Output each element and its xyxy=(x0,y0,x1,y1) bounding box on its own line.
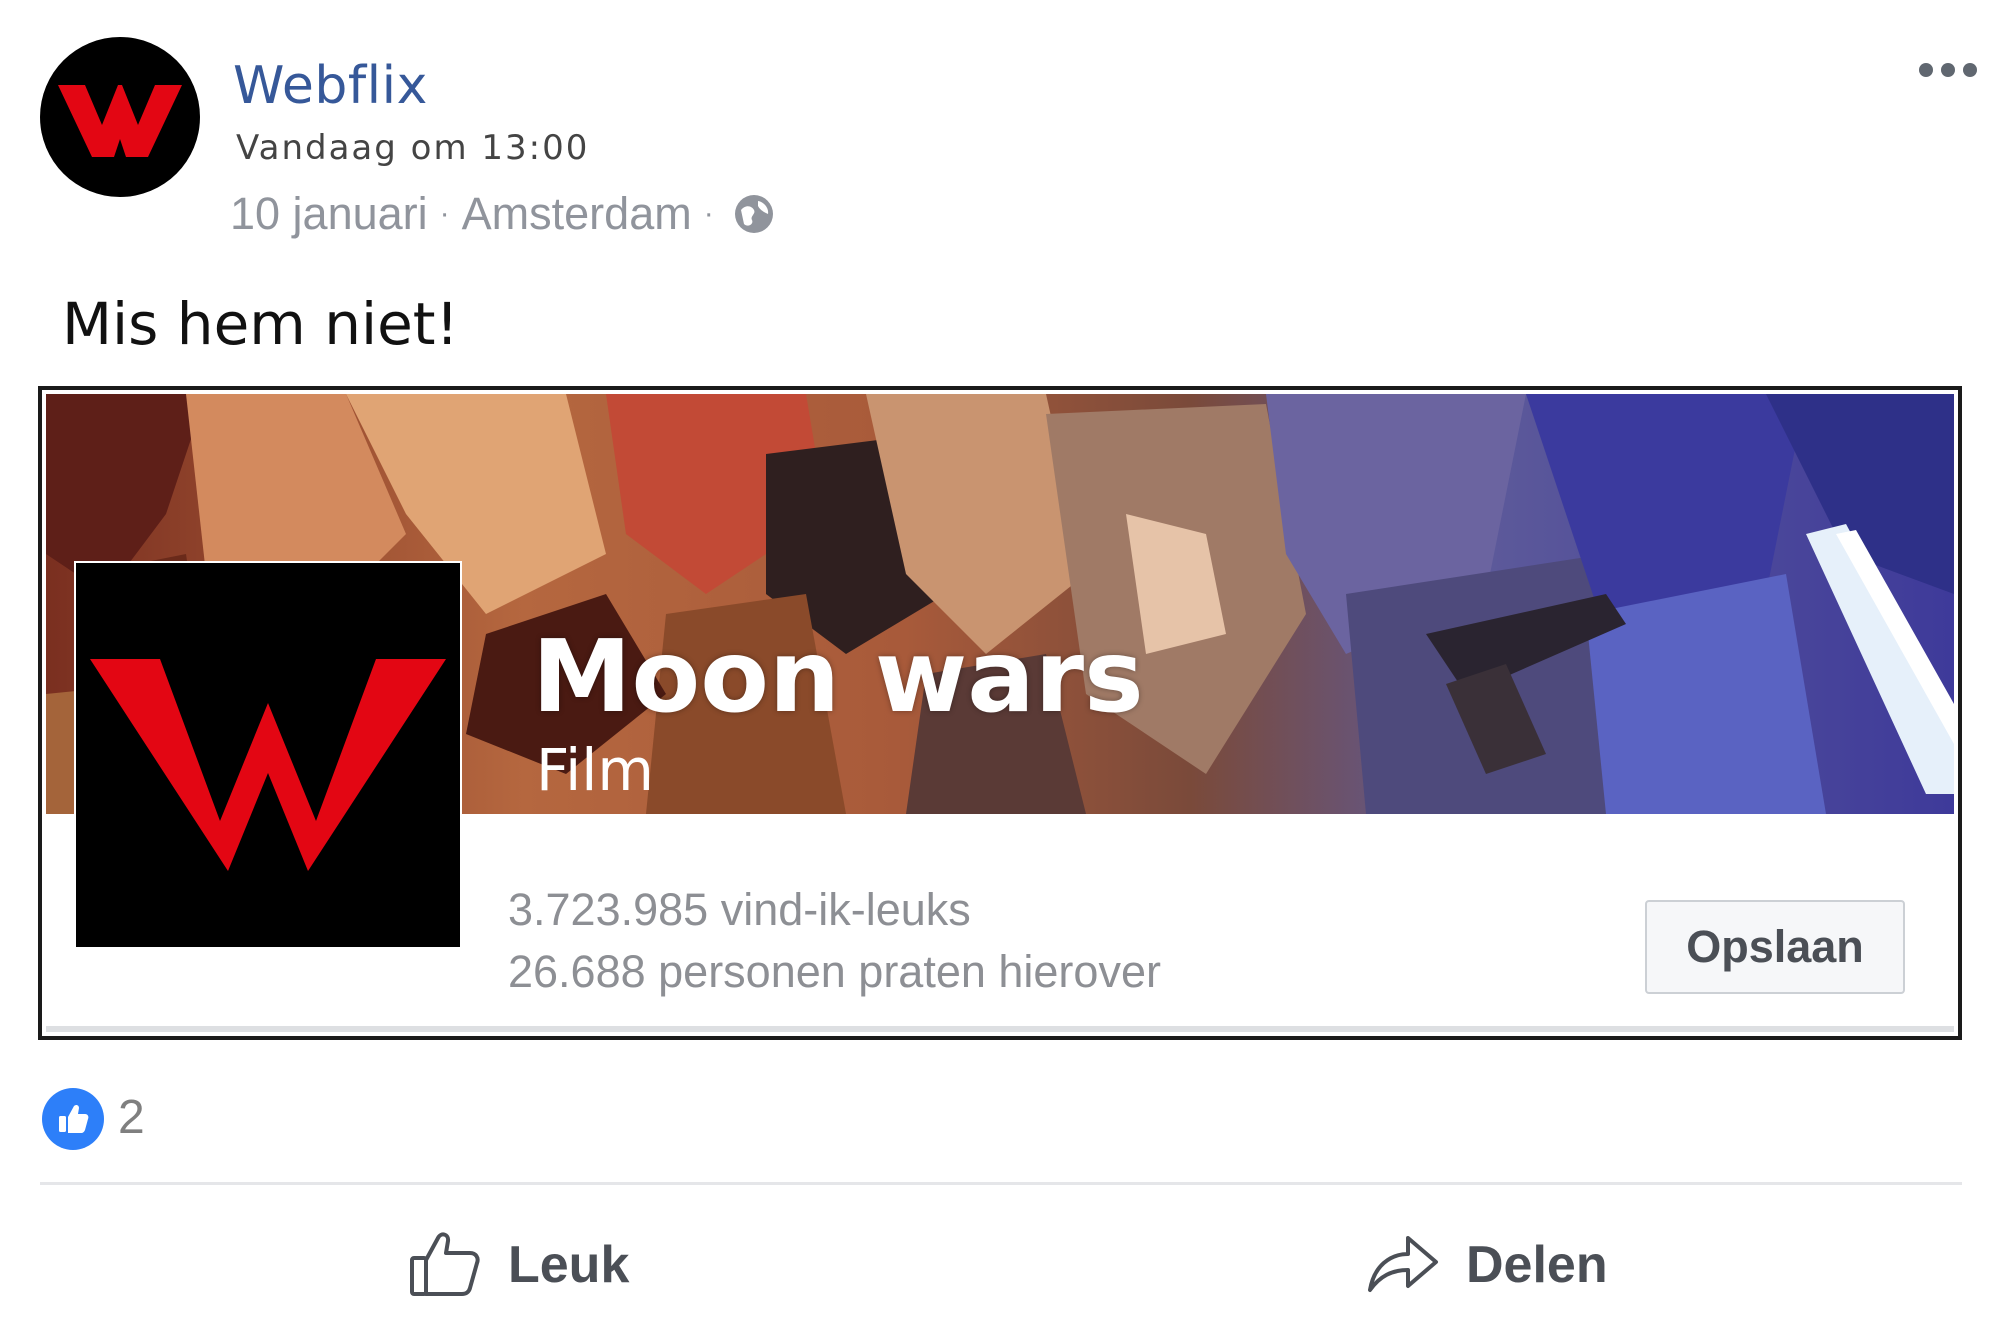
share-button[interactable]: Delen xyxy=(1364,1220,1608,1310)
share-label: Delen xyxy=(1466,1236,1608,1294)
separator-dot: · xyxy=(439,197,450,230)
post-timestamp[interactable]: Vandaag om 13:00 xyxy=(236,128,589,168)
post-text: Mis hem niet! xyxy=(62,290,459,358)
webflix-logo-icon xyxy=(90,659,446,871)
save-button[interactable]: Opslaan xyxy=(1645,900,1905,994)
card-page-logo[interactable] xyxy=(76,563,460,947)
thumbs-up-outline-icon xyxy=(408,1226,482,1305)
card-title[interactable]: Moon wars xyxy=(532,618,1144,735)
like-button[interactable]: Leuk xyxy=(408,1220,629,1310)
actions-divider xyxy=(40,1182,1962,1185)
globe-icon[interactable] xyxy=(732,192,776,236)
share-arrow-icon xyxy=(1364,1228,1440,1303)
page-name-link[interactable]: Webflix xyxy=(233,56,428,116)
event-date: 10 januari xyxy=(230,188,428,239)
separator-dot: · xyxy=(703,197,714,230)
page-avatar[interactable] xyxy=(40,37,200,197)
card-likes-count: 3.723.985 vind-ik-leuks xyxy=(508,884,971,935)
more-options-button[interactable] xyxy=(1916,56,1980,84)
reaction-count[interactable]: 2 xyxy=(118,1090,145,1145)
event-meta: 10 januari · Amsterdam · xyxy=(230,188,776,240)
page-preview-card[interactable]: Moon wars Film 3.723.985 vind-ik-leuks 2… xyxy=(38,386,1962,1040)
card-category: Film xyxy=(536,736,654,804)
webflix-logo-icon xyxy=(58,85,182,157)
event-location[interactable]: Amsterdam xyxy=(462,188,692,240)
thumbs-up-icon[interactable] xyxy=(42,1088,104,1150)
ellipsis-icon xyxy=(1919,63,1977,77)
card-talking-count: 26.688 personen praten hierover xyxy=(508,946,1161,997)
like-label: Leuk xyxy=(508,1236,630,1294)
card-divider xyxy=(46,1026,1954,1032)
